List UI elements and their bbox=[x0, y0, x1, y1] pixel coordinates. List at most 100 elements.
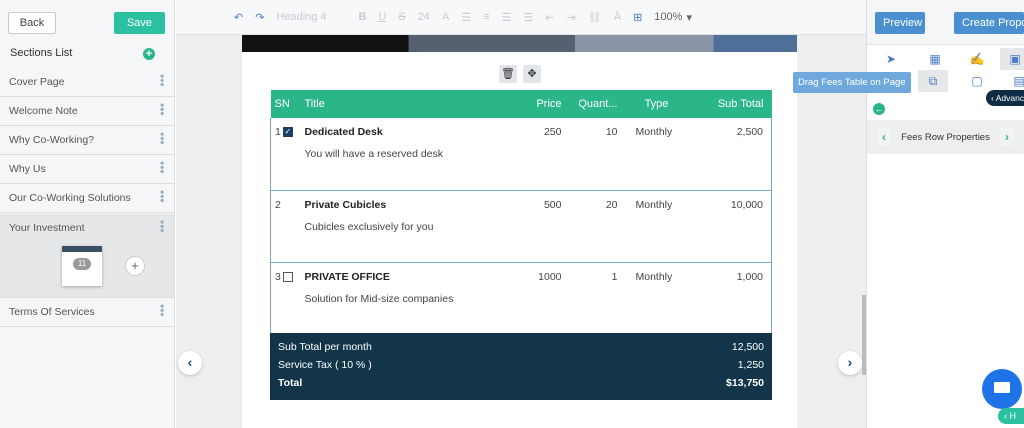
table-row[interactable]: 2 Private Cubicles Cubicles exclusively f… bbox=[270, 190, 772, 263]
move-icon[interactable]: ✥ bbox=[523, 65, 541, 83]
text-color-icon[interactable]: A bbox=[442, 11, 449, 23]
section-label: Welcome Note bbox=[9, 105, 78, 117]
advanced-button[interactable]: ‹ Advanced bbox=[986, 90, 1024, 106]
page-thumbnail[interactable]: 11 bbox=[62, 246, 102, 286]
heading-select[interactable]: Heading 4 bbox=[276, 11, 346, 23]
image-icon[interactable]: ▣ bbox=[1000, 48, 1024, 70]
back-button[interactable]: Back bbox=[8, 12, 56, 34]
section-your-investment[interactable]: Your Investment ••• 11 + bbox=[0, 214, 174, 298]
section-label: Cover Page bbox=[9, 76, 65, 88]
section-label: Why Us bbox=[9, 163, 46, 175]
more-icon[interactable]: ••• bbox=[155, 161, 169, 174]
create-proposal-button[interactable]: Create Proposal bbox=[954, 12, 1024, 34]
row-price: 1000 bbox=[520, 262, 566, 335]
zoom-select[interactable]: 100% bbox=[654, 11, 682, 23]
properties-title: Fees Row Properties bbox=[901, 131, 990, 143]
undo-icon[interactable]: ↶ bbox=[234, 11, 243, 24]
shape-icon[interactable]: ▢ bbox=[962, 70, 992, 92]
row-checkbox[interactable]: ✓ bbox=[282, 127, 293, 138]
table-totals: Sub Total per month 12,500 Service Tax ( … bbox=[270, 333, 772, 400]
row-sn: 3 bbox=[275, 270, 281, 283]
properties-nav: ‹ Fees Row Properties › bbox=[867, 120, 1024, 154]
row-description: Solution for Mid-size companies bbox=[304, 292, 454, 305]
more-icon[interactable]: ••• bbox=[155, 74, 169, 87]
font-size-select[interactable]: 24 bbox=[418, 11, 430, 23]
col-price: Price bbox=[520, 90, 566, 118]
fees-table-icon[interactable]: ▦ bbox=[920, 48, 950, 70]
ordered-list-icon[interactable]: ☰ bbox=[502, 11, 512, 24]
section-label: Why Co-Working? bbox=[9, 134, 94, 146]
video-icon[interactable]: ▤ bbox=[1004, 70, 1024, 92]
tax-label: Service Tax ( 10 % ) bbox=[278, 359, 372, 371]
more-icon[interactable]: ••• bbox=[155, 304, 169, 317]
table-icon[interactable]: ⊞ bbox=[633, 11, 642, 24]
more-icon[interactable]: ••• bbox=[155, 190, 169, 203]
prev-page-button[interactable]: ‹ bbox=[178, 351, 202, 375]
total-row: Total $13,750 bbox=[278, 377, 764, 395]
bold-icon[interactable]: B bbox=[358, 11, 366, 23]
page-number-badge: 11 bbox=[73, 258, 91, 270]
more-icon[interactable]: ••• bbox=[155, 220, 169, 233]
line-height-icon[interactable]: ☰ bbox=[461, 11, 471, 24]
section-label: Our Co-Working Solutions bbox=[9, 192, 131, 204]
add-section-icon[interactable]: + bbox=[143, 48, 155, 60]
back-arrow-icon[interactable]: ← bbox=[873, 103, 885, 115]
section-terms[interactable]: Terms Of Services ••• bbox=[0, 298, 174, 327]
tooltip: Drag Fees Table on Page bbox=[793, 72, 911, 93]
more-icon[interactable]: ••• bbox=[155, 132, 169, 145]
pointer-icon[interactable]: ➤ bbox=[876, 48, 906, 70]
section-label: Terms Of Services bbox=[9, 306, 95, 318]
row-type: Monthly bbox=[621, 190, 692, 263]
preview-button[interactable]: Preview bbox=[875, 12, 925, 34]
table-row[interactable]: 3 PRIVATE OFFICE Solution for Mid-size co… bbox=[270, 262, 772, 335]
strikethrough-icon[interactable]: S bbox=[398, 11, 405, 23]
section-why-us[interactable]: Why Us ••• bbox=[0, 155, 174, 184]
add-page-button[interactable]: + bbox=[125, 256, 145, 276]
chat-button[interactable] bbox=[982, 369, 1022, 409]
subtotal-label: Sub Total per month bbox=[278, 341, 372, 353]
section-cover-page[interactable]: Cover Page ••• bbox=[0, 68, 174, 97]
clear-format-icon[interactable]: Ā bbox=[614, 11, 621, 23]
indent-icon[interactable]: ⇥ bbox=[567, 11, 576, 24]
more-icon[interactable]: ••• bbox=[155, 103, 169, 116]
chevron-down-icon[interactable]: ▾ bbox=[686, 11, 692, 24]
row-price: 250 bbox=[520, 118, 566, 191]
next-page-button[interactable]: › bbox=[838, 351, 862, 375]
row-sn: 2 bbox=[275, 198, 281, 211]
signature-icon[interactable]: ✍ bbox=[962, 48, 992, 70]
outdent-icon[interactable]: ⇤ bbox=[545, 11, 554, 24]
link-icon[interactable]: ⛓ bbox=[588, 11, 602, 24]
chat-icon bbox=[994, 382, 1010, 393]
subtotal-row: Sub Total per month 12,500 bbox=[278, 341, 764, 359]
total-value: $13,750 bbox=[726, 377, 764, 389]
table-header: SN Title Price Quant... Type Sub Total bbox=[270, 90, 772, 118]
align-icon[interactable]: ≡ bbox=[483, 11, 489, 23]
bullet-list-icon[interactable]: ☰ bbox=[523, 11, 533, 24]
table-row[interactable]: 1 ✓ Dedicated Desk You will have a reserve… bbox=[270, 118, 772, 191]
section-why-coworking[interactable]: Why Co-Working? ••• bbox=[0, 126, 174, 155]
delete-icon[interactable]: 🗑 bbox=[499, 65, 517, 83]
row-sn: 1 bbox=[275, 126, 281, 138]
row-quantity: 1 bbox=[565, 262, 622, 335]
prev-property-button[interactable]: ‹ bbox=[877, 128, 891, 146]
row-checkbox[interactable] bbox=[282, 271, 293, 282]
section-label: Your Investment bbox=[9, 222, 85, 234]
fees-row-icon[interactable]: ⧉ bbox=[918, 70, 948, 92]
redo-icon[interactable]: ↷ bbox=[255, 11, 264, 24]
col-sn: SN bbox=[270, 90, 301, 118]
section-welcome-note[interactable]: Welcome Note ••• bbox=[0, 97, 174, 126]
section-solutions[interactable]: Our Co-Working Solutions ••• bbox=[0, 184, 174, 213]
subtotal-value: 12,500 bbox=[731, 341, 764, 353]
tax-row: Service Tax ( 10 % ) 1,250 bbox=[278, 359, 764, 377]
save-button[interactable]: Save bbox=[114, 12, 165, 34]
editor-toolbar: ↶ ↷ Heading 4 B U S 24 A ☰ ≡ ☰ ☰ ⇤ ⇥ ⛓ Ā… bbox=[176, 0, 866, 35]
underline-icon[interactable]: U bbox=[378, 11, 386, 23]
row-description: Cubicles exclusively for you bbox=[304, 220, 434, 233]
row-price: 500 bbox=[520, 190, 566, 263]
col-subtotal: Sub Total bbox=[691, 90, 772, 118]
tax-value: 1,250 bbox=[737, 359, 764, 371]
next-property-button[interactable]: › bbox=[999, 128, 1014, 146]
help-button[interactable]: ‹ H bbox=[998, 408, 1024, 424]
col-title: Title bbox=[300, 90, 521, 118]
advanced-label: Advanced bbox=[995, 93, 1024, 103]
